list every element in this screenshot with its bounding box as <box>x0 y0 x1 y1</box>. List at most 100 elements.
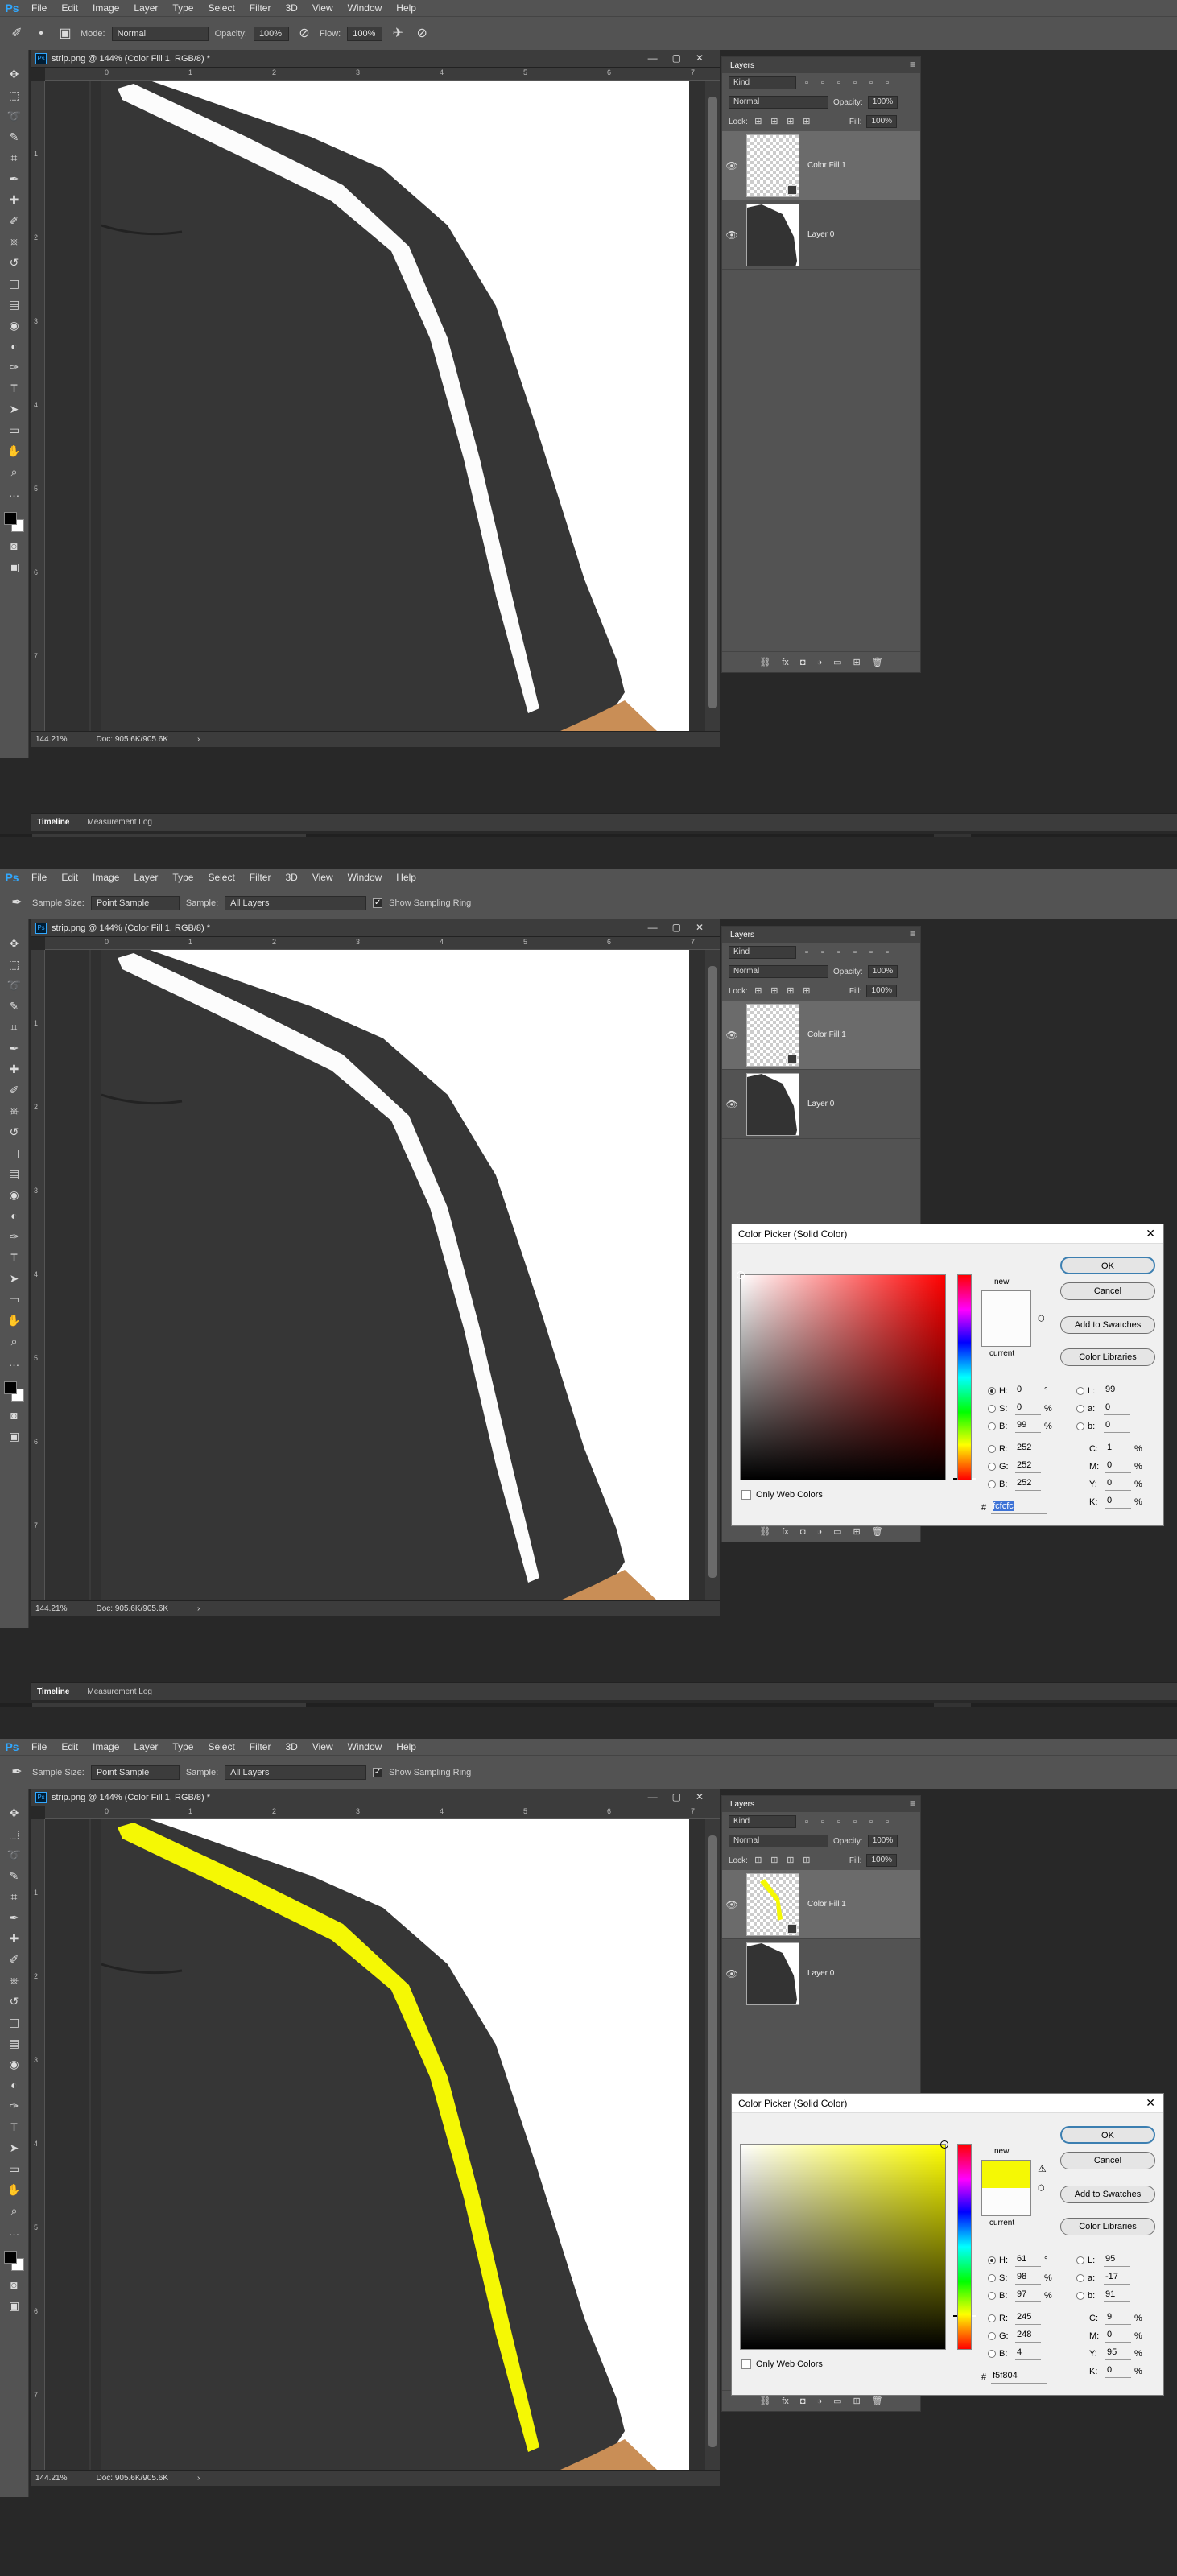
quick-mask-icon[interactable]: ◙ <box>6 2277 23 2293</box>
menu-window[interactable]: Window <box>341 872 390 883</box>
value-y-input[interactable]: 95 <box>1105 2347 1131 2360</box>
hex-input[interactable]: fcfcfc <box>991 1501 1048 1514</box>
radio-s[interactable] <box>988 1405 996 1413</box>
edge-icon[interactable]: e <box>370 1703 407 1707</box>
value-lab-a-input[interactable]: 0 <box>1104 1402 1130 1415</box>
eyedropper-tool-icon[interactable]: ✒ <box>6 1040 23 1056</box>
heal-tool-icon[interactable]: ✚ <box>6 1061 23 1077</box>
value-b-input[interactable]: 97 <box>1015 2289 1041 2302</box>
layer-row[interactable]: 👁 Layer 0 <box>722 1939 920 2008</box>
group-icon[interactable]: ▭ <box>833 1526 841 1537</box>
quick-mask-icon[interactable]: ◙ <box>6 1407 23 1423</box>
menu-file[interactable]: File <box>24 872 54 883</box>
value-c-input[interactable]: 9 <box>1105 2312 1131 2325</box>
media-player-icon[interactable]: ▶ <box>572 1703 609 1707</box>
close-icon[interactable]: ✕ <box>1146 1227 1155 1241</box>
panel-menu-icon[interactable]: ≡ <box>910 928 915 939</box>
adjustment-icon[interactable]: ◑ <box>816 2396 822 2406</box>
ok-button[interactable]: OK <box>1060 2126 1155 2144</box>
canvas[interactable] <box>45 80 705 731</box>
fx-icon[interactable]: fx <box>782 658 789 667</box>
menu-3d[interactable]: 3D <box>278 1741 304 1752</box>
shape-filter-icon[interactable]: ▫ <box>849 1816 861 1827</box>
menu-filter[interactable]: Filter <box>242 2 279 14</box>
document-tab[interactable]: Ps strip.png @ 144% (Color Fill 1, RGB/8)… <box>31 1789 720 1806</box>
hue-slider-handle[interactable] <box>953 1478 976 1480</box>
history-brush-tool-icon[interactable]: ↺ <box>6 1124 23 1140</box>
color-field[interactable] <box>737 1271 946 1480</box>
photoshop-active-icon[interactable]: Ps <box>934 1703 971 1707</box>
scrollbar-thumb[interactable] <box>708 966 717 1578</box>
more-tool-icon[interactable]: … <box>6 1354 23 1370</box>
lasso-tool-icon[interactable]: ➰ <box>6 108 23 124</box>
brush-panel-icon[interactable]: ▣ <box>56 25 74 43</box>
visibility-eye-icon[interactable]: 👁 <box>725 229 738 241</box>
vertical-scrollbar[interactable] <box>705 80 720 731</box>
marquee-tool-icon[interactable]: ⬚ <box>6 956 23 972</box>
wunderlist-icon[interactable]: ⓦ <box>853 834 890 837</box>
value-m-input[interactable]: 0 <box>1105 2330 1131 2343</box>
panel-menu-icon[interactable]: ≡ <box>910 59 915 70</box>
color-fill-thumbnail[interactable] <box>746 134 799 197</box>
edge-icon[interactable]: e <box>370 834 407 837</box>
filter-toggle-icon[interactable]: ▫ <box>882 947 893 958</box>
color-swatches[interactable] <box>3 512 25 533</box>
layer-name[interactable]: Color Fill 1 <box>807 1900 846 1909</box>
value-k-input[interactable]: 0 <box>1105 1496 1131 1509</box>
menu-layer[interactable]: Layer <box>126 1741 165 1752</box>
move-tool-icon[interactable]: ✥ <box>6 66 23 82</box>
new-layer-icon[interactable]: ⊞ <box>853 657 861 667</box>
radio-b[interactable] <box>988 1422 996 1430</box>
color-libraries-button[interactable]: Color Libraries <box>1060 2218 1155 2235</box>
radio-lab-a[interactable] <box>1076 1405 1084 1413</box>
document-tab[interactable]: Ps strip.png @ 144% (Color Fill 1, RGB/8)… <box>31 919 720 937</box>
calculator-icon[interactable]: ▦ <box>692 834 729 837</box>
hand-tool-icon[interactable]: ✋ <box>6 443 23 459</box>
outlook-2-icon[interactable]: ✉ <box>894 1703 931 1707</box>
menu-edit[interactable]: Edit <box>54 872 85 883</box>
close-icon[interactable]: ✕ <box>696 1791 704 1802</box>
value-r-input[interactable]: 245 <box>1015 2312 1041 2325</box>
value-r-input[interactable]: 252 <box>1015 1443 1041 1455</box>
paint-icon[interactable]: ✎ <box>491 1703 528 1707</box>
value-lab-a-input[interactable]: -17 <box>1104 2272 1130 2285</box>
value-m-input[interactable]: 0 <box>1105 1460 1131 1473</box>
vertical-scrollbar[interactable] <box>705 1819 720 2470</box>
lock-pixels-icon[interactable]: ⊞ <box>753 1855 764 1866</box>
only-web-colors-checkbox[interactable] <box>741 1490 751 1500</box>
status-arrow-icon[interactable]: › <box>197 2474 200 2483</box>
fill-input[interactable]: 100% <box>866 985 898 997</box>
task-view-icon[interactable]: ▭ <box>330 1703 367 1707</box>
color-swatches[interactable] <box>3 1381 25 1402</box>
color-field[interactable] <box>740 2140 948 2350</box>
layers-panel-header[interactable]: Layers ≡ <box>722 927 920 943</box>
fx-icon[interactable]: fx <box>782 2396 789 2406</box>
terminal-icon[interactable]: ▮ <box>612 1703 649 1707</box>
zoom-tool-icon[interactable]: ⌕ <box>6 464 23 480</box>
paint-icon[interactable]: ✎ <box>491 834 528 837</box>
ps-logo-icon[interactable]: Ps <box>0 871 24 884</box>
menu-view[interactable]: View <box>305 872 341 883</box>
heal-tool-icon[interactable]: ✚ <box>6 1930 23 1946</box>
lock-position-icon[interactable]: ⊞ <box>769 1855 780 1866</box>
radio-g[interactable] <box>988 2332 996 2340</box>
move-tool-icon[interactable]: ✥ <box>6 935 23 952</box>
eyedropper-tool-icon[interactable]: ✒ <box>8 1764 26 1781</box>
foreground-color-swatch[interactable] <box>3 1381 17 1394</box>
layer-name[interactable]: Color Fill 1 <box>807 1030 846 1039</box>
eyedropper-tool-icon[interactable]: ✒ <box>6 1909 23 1926</box>
menu-help[interactable]: Help <box>389 2 423 14</box>
foreground-color-swatch[interactable] <box>3 512 17 525</box>
menu-layer[interactable]: Layer <box>126 872 165 883</box>
maximize-icon[interactable]: ▢ <box>672 52 681 64</box>
gradient-tool-icon[interactable]: ▤ <box>6 296 23 312</box>
menu-file[interactable]: File <box>24 2 54 14</box>
dodge-tool-icon[interactable]: ◐ <box>6 1208 23 1224</box>
visibility-eye-icon[interactable]: 👁 <box>725 1030 738 1041</box>
link-layers-icon[interactable]: ⛓ <box>759 1526 770 1537</box>
menu-3d[interactable]: 3D <box>278 2 304 14</box>
layer-name[interactable]: Layer 0 <box>807 1969 834 1978</box>
radio-lab-a[interactable] <box>1076 2274 1084 2282</box>
menu-help[interactable]: Help <box>389 1741 423 1752</box>
quick-select-tool-icon[interactable]: ✎ <box>6 129 23 145</box>
